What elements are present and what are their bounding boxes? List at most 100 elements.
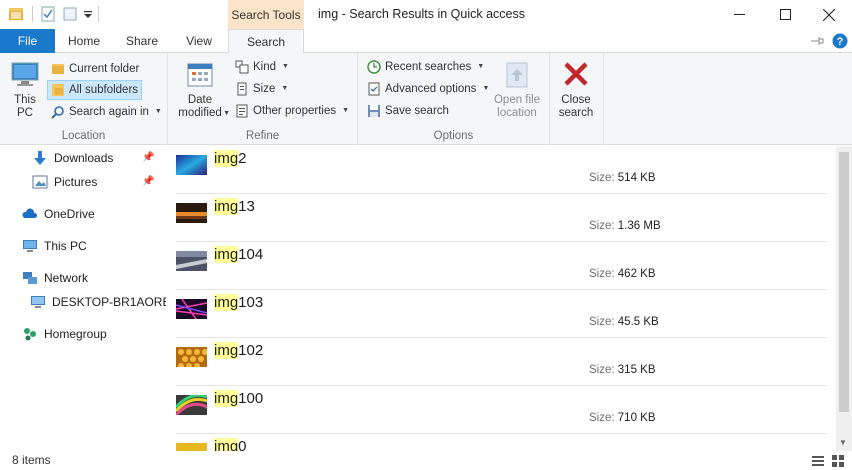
- nav-item-pictures[interactable]: Pictures: [32, 171, 97, 193]
- kind-icon: [235, 60, 249, 74]
- other-properties-label: Other properties: [253, 105, 337, 117]
- maximize-button[interactable]: [762, 0, 808, 29]
- file-size: Size: 315 KB: [589, 364, 656, 376]
- this-pc-button[interactable]: This PC: [6, 59, 44, 120]
- image-thumbnail: [176, 347, 207, 367]
- new-folder-icon[interactable]: [62, 6, 78, 22]
- nav-item-network[interactable]: Network: [22, 267, 88, 289]
- options-group: Recent searches ▼ Advanced options ▼ Sav…: [358, 53, 550, 145]
- image-thumbnail: [176, 251, 207, 271]
- date-modified-label: Date modified: [178, 94, 222, 119]
- current-folder-label: Current folder: [69, 63, 140, 75]
- list-item[interactable]: img0: [176, 434, 827, 451]
- current-folder-button[interactable]: Current folder: [48, 59, 142, 79]
- search-again-in-button[interactable]: Search again in ▼: [48, 102, 165, 122]
- large-icons-view-icon[interactable]: [832, 455, 844, 467]
- list-item[interactable]: img103 Size: 45.5 KB: [176, 290, 827, 338]
- contextual-tab-group-label: Search Tools: [228, 0, 304, 29]
- ribbon-tabs: File Home Share View Search ?: [0, 29, 852, 54]
- subfolders-icon: [52, 84, 64, 96]
- list-item[interactable]: img13 Size: 1.36 MB: [176, 194, 827, 242]
- close-icon: [823, 8, 835, 21]
- tab-search[interactable]: Search: [228, 29, 304, 54]
- refine-group-label: Refine: [245, 130, 280, 142]
- nav-item-this-pc[interactable]: This PC: [22, 235, 87, 257]
- advanced-options-icon: [368, 82, 380, 96]
- network-icon: [23, 272, 37, 284]
- nav-item-onedrive[interactable]: OneDrive: [22, 203, 95, 225]
- tab-share[interactable]: Share: [116, 29, 168, 53]
- file-name: img100: [214, 390, 264, 407]
- save-search-button[interactable]: Save search: [364, 101, 452, 121]
- close-search-button[interactable]: Close search: [554, 59, 598, 120]
- tab-file[interactable]: File: [0, 29, 55, 53]
- recent-searches-icon: [367, 60, 381, 74]
- folder-icon: [52, 64, 64, 74]
- nav-item-label: Homegroup: [44, 327, 107, 341]
- file-size: Size: 462 KB: [589, 268, 656, 280]
- window-title: img - Search Results in Quick access: [318, 7, 526, 21]
- computer-icon: [11, 62, 39, 86]
- file-name: img2: [214, 150, 247, 167]
- open-file-location-label: Open file location: [493, 94, 541, 119]
- nav-item-label: OneDrive: [44, 207, 95, 221]
- size-button[interactable]: Size ▼: [232, 79, 291, 99]
- vertical-scrollbar[interactable]: ▼: [836, 146, 852, 451]
- close-window-button[interactable]: [806, 0, 852, 29]
- search-again-in-label: Search again in: [69, 106, 149, 118]
- nav-item-label: Downloads: [54, 151, 114, 165]
- list-item[interactable]: img100 Size: 710 KB: [176, 386, 827, 434]
- date-modified-button[interactable]: Date modified ▼: [172, 59, 230, 120]
- chevron-down-icon: ▼: [482, 85, 490, 92]
- chevron-down-icon: ▼: [282, 63, 289, 70]
- minimize-button[interactable]: [716, 0, 762, 29]
- details-view-icon[interactable]: [812, 455, 824, 467]
- open-file-location-button[interactable]: Open file location: [490, 59, 544, 120]
- file-size: Size: 710 KB: [589, 412, 656, 424]
- all-subfolders-button[interactable]: All subfolders: [47, 80, 143, 100]
- nav-item-downloads[interactable]: Downloads: [32, 147, 113, 169]
- properties-page-icon: [236, 104, 248, 118]
- item-count: 8 items: [12, 453, 51, 467]
- search-icon: [51, 106, 64, 119]
- advanced-options-button[interactable]: Advanced options ▼: [364, 79, 492, 99]
- chevron-down-icon: ▼: [223, 110, 230, 117]
- nav-item-desktop[interactable]: DESKTOP-BR1AORE: [30, 291, 166, 313]
- folder-app-icon: [9, 8, 23, 20]
- location-group: This PC Current folder All subfolders Se…: [0, 53, 168, 145]
- chevron-down-icon: ▼: [477, 63, 485, 70]
- tab-view[interactable]: View: [174, 29, 224, 53]
- kind-button[interactable]: Kind ▼: [232, 57, 292, 77]
- close-group: Close search: [550, 53, 604, 145]
- pin-ribbon-icon[interactable]: [810, 35, 824, 47]
- other-properties-button[interactable]: Other properties ▼: [232, 101, 352, 121]
- nav-item-label: This PC: [44, 239, 87, 253]
- tab-home[interactable]: Home: [58, 29, 110, 53]
- scrollbar-thumb[interactable]: [839, 152, 849, 412]
- scroll-down-icon[interactable]: ▼: [839, 438, 847, 447]
- pin-icon[interactable]: 📌: [142, 152, 154, 163]
- file-size: Size: 514 KB: [589, 172, 656, 184]
- pin-icon[interactable]: 📌: [142, 176, 154, 187]
- nav-item-label: DESKTOP-BR1AORE: [52, 295, 166, 309]
- location-group-label: Location: [61, 130, 106, 142]
- list-item[interactable]: img2 Size: 514 KB: [176, 146, 827, 194]
- recent-searches-button[interactable]: Recent searches ▼: [364, 57, 487, 77]
- advanced-options-label: Advanced options: [385, 83, 477, 95]
- list-item[interactable]: img102 Size: 315 KB: [176, 338, 827, 386]
- image-thumbnail: [176, 299, 207, 319]
- list-item[interactable]: img104 Size: 462 KB: [176, 242, 827, 290]
- refine-group: Date modified ▼ Kind ▼ Size ▼ Other prop…: [168, 53, 358, 145]
- properties-icon[interactable]: [40, 6, 56, 22]
- chevron-down-icon: ▼: [342, 107, 350, 114]
- help-icon[interactable]: ?: [832, 33, 848, 49]
- customize-toolbar-icon[interactable]: [82, 6, 94, 22]
- homegroup-icon: [24, 328, 36, 341]
- close-search-icon: [564, 62, 588, 86]
- image-thumbnail: [176, 155, 207, 175]
- file-name: img0: [214, 438, 247, 451]
- nav-item-homegroup[interactable]: Homegroup: [22, 323, 107, 345]
- save-search-label: Save search: [385, 105, 449, 117]
- file-name: img103: [214, 294, 264, 311]
- download-arrow-icon: [34, 151, 46, 165]
